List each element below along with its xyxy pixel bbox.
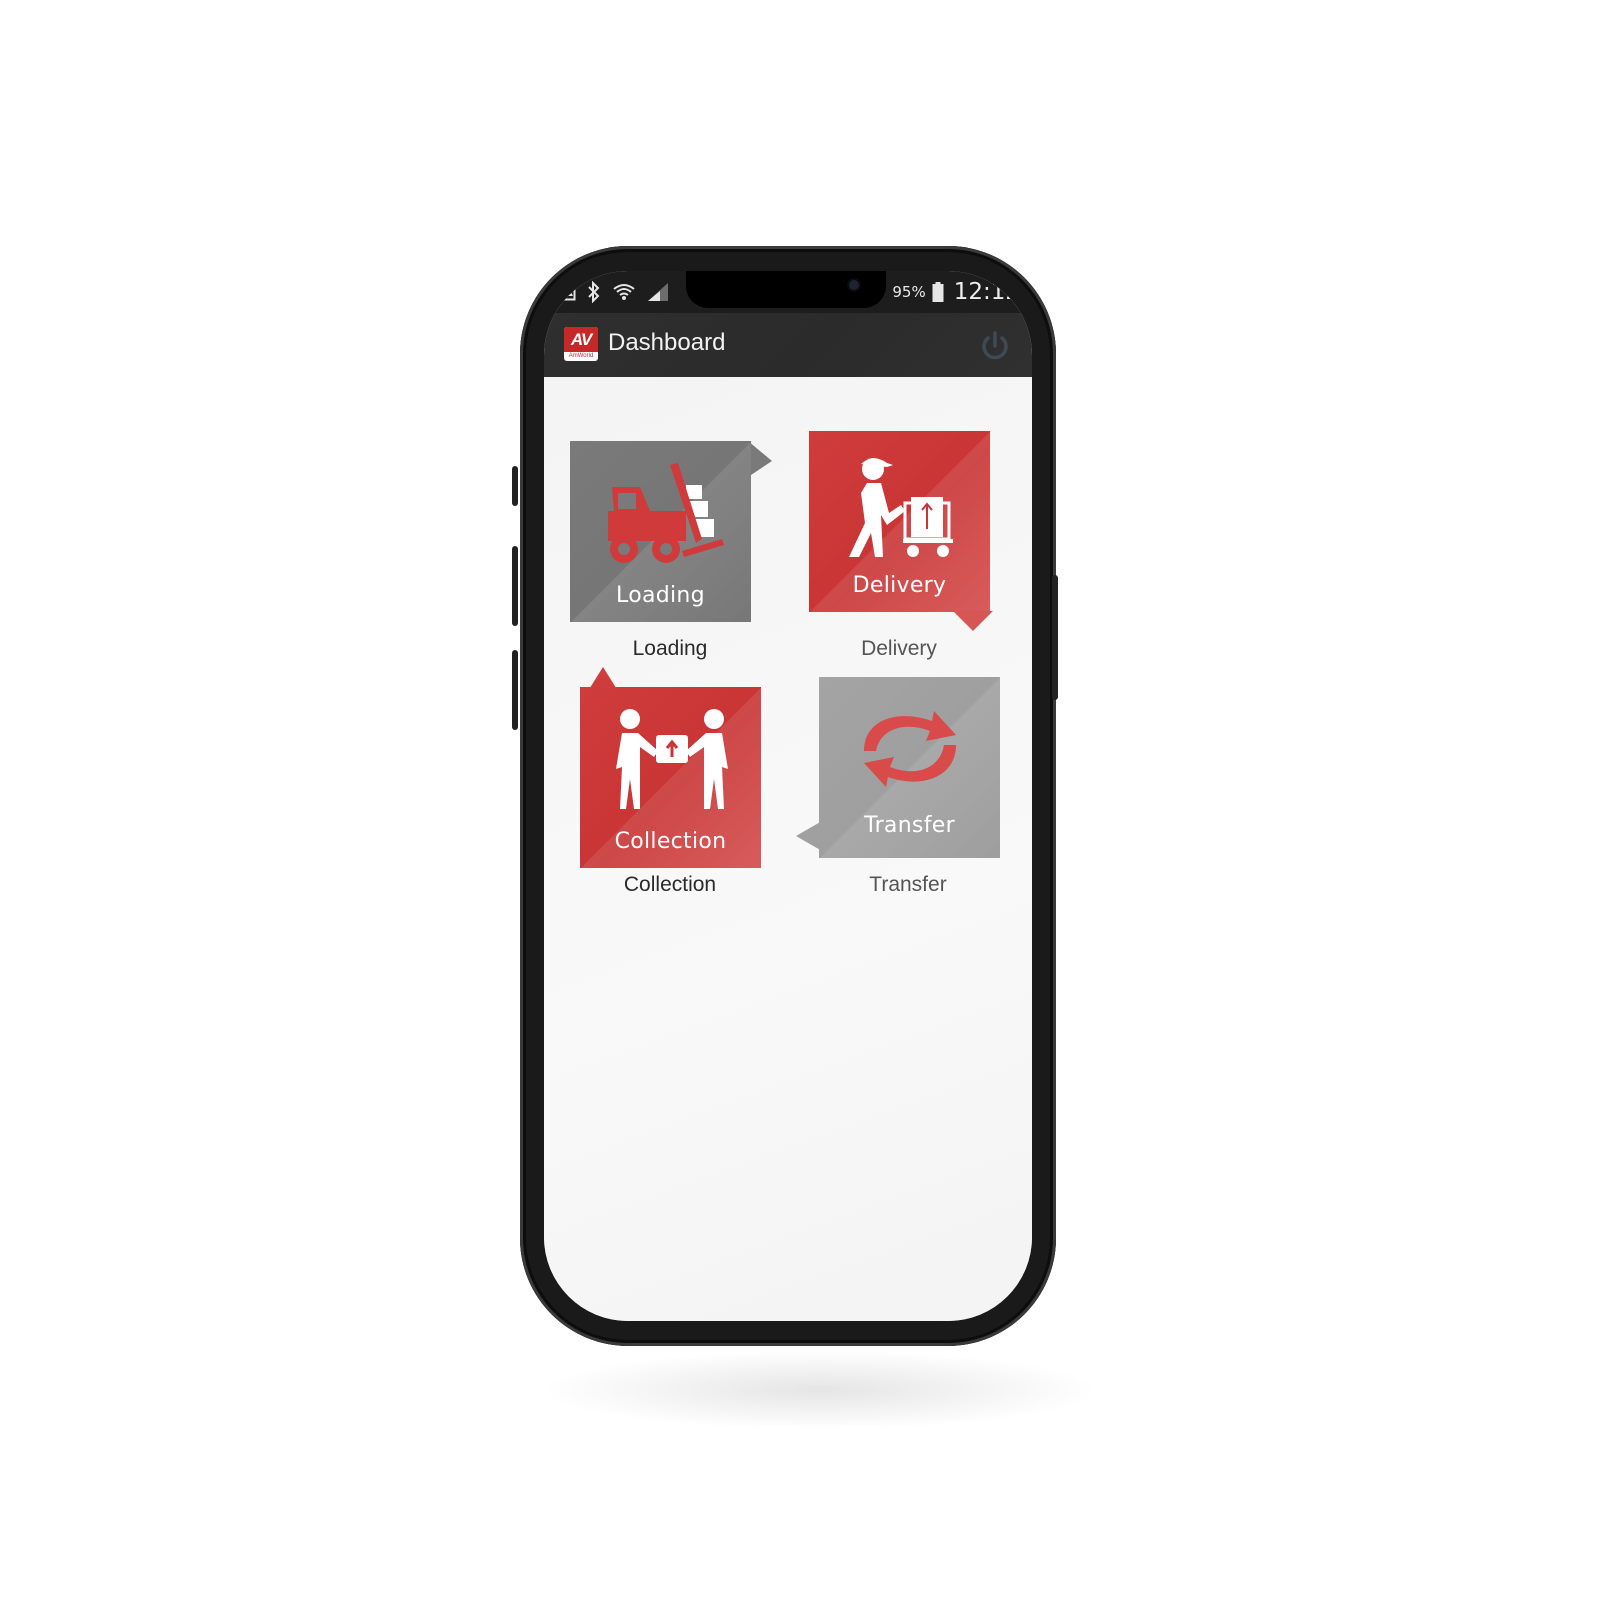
- phone-shadow: [540, 1350, 1100, 1430]
- tile-transfer-label: Transfer: [869, 873, 947, 896]
- power-side-button: [1052, 575, 1058, 700]
- status-time: 12:12: [953, 279, 1020, 305]
- handover-icon: [616, 709, 728, 809]
- front-camera: [849, 280, 859, 290]
- transfer-arrows-icon: [864, 711, 956, 787]
- status-right: 95% 12:12: [892, 279, 1020, 305]
- signal-icon: [648, 283, 668, 301]
- forklift-icon: [608, 463, 724, 563]
- tile-pointer: [953, 611, 993, 631]
- power-icon: [982, 331, 1008, 360]
- tile-delivery-card: Delivery: [809, 431, 990, 612]
- notch: [686, 271, 886, 308]
- tile-collection[interactable]: Collection Collection: [580, 667, 790, 907]
- tile-loading-caption: Loading: [616, 583, 705, 608]
- battery-percent: 95%: [892, 283, 926, 301]
- power-button[interactable]: [978, 329, 1012, 363]
- tile-transfer-card: Transfer: [819, 677, 1000, 858]
- tile-collection-label: Collection: [623, 873, 717, 896]
- delivery-worker-icon: [849, 458, 953, 557]
- tile-delivery[interactable]: Delivery Delivery: [809, 431, 1029, 671]
- wifi-icon: [613, 284, 635, 300]
- page-title: Dashboard: [608, 329, 726, 356]
- tile-transfer-caption: Transfer: [864, 813, 955, 838]
- tile-collection-card: Collection: [580, 687, 761, 868]
- bixby-button: [512, 650, 518, 730]
- app-logo: AV AmWorld: [564, 327, 598, 361]
- tile-loading-label: Loading: [632, 637, 708, 660]
- phone-screen: 95% 12:12 AV AmWorld Dashboard Loading L…: [544, 271, 1032, 1321]
- tile-loading-card: Loading: [570, 441, 751, 622]
- battery-icon: [932, 282, 944, 302]
- volume-up-button: [512, 466, 518, 506]
- tile-delivery-label: Delivery: [861, 637, 937, 660]
- tile-loading[interactable]: Loading Loading: [570, 441, 780, 671]
- tile-collection-caption: Collection: [614, 829, 727, 854]
- tile-delivery-caption: Delivery: [852, 573, 947, 598]
- gallery-icon: [558, 283, 576, 301]
- app-logo-subtext: AmWorld: [568, 353, 594, 359]
- status-icons-left: [558, 281, 670, 303]
- dashboard-content: Loading Loading Delivery Delivery Collec…: [544, 377, 1032, 1321]
- bluetooth-icon: [588, 281, 600, 303]
- app-bar: AV AmWorld Dashboard: [544, 313, 1032, 377]
- app-logo-mark: AV: [564, 327, 598, 352]
- status-bar: 95% 12:12: [544, 271, 1032, 313]
- tile-pointer: [748, 441, 772, 477]
- tile-transfer[interactable]: Transfer Transfer: [796, 677, 1016, 907]
- volume-down-button: [512, 546, 518, 626]
